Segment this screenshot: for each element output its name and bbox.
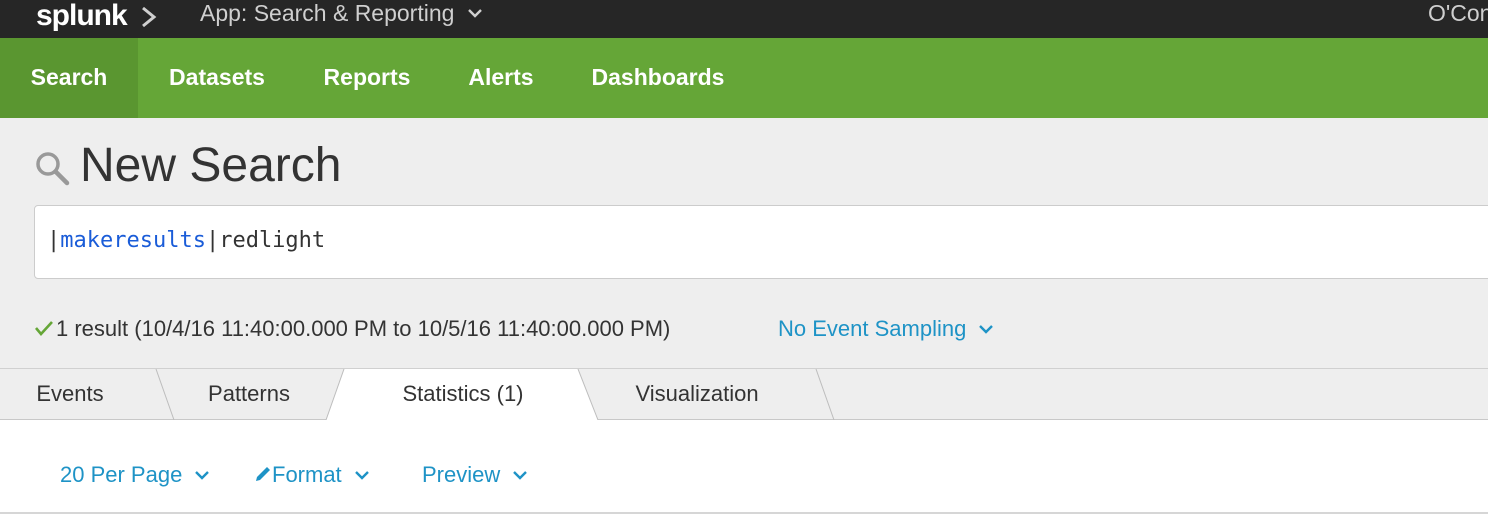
format-label: Format <box>272 462 342 487</box>
search-panel: New Search |makeresults|redlight 1 resul… <box>0 118 1488 368</box>
query-argument: redlight <box>219 228 326 253</box>
chevron-down-icon <box>979 324 994 334</box>
logo-chevron-icon <box>142 6 157 28</box>
chevron-down-icon <box>513 470 528 480</box>
page-title: New Search <box>80 139 342 192</box>
nav-item-dashboards[interactable]: Dashboards <box>576 38 740 118</box>
chevron-down-icon <box>354 470 369 480</box>
nav-item-search[interactable]: Search <box>0 38 138 118</box>
event-sampling-dropdown[interactable]: No Event Sampling <box>778 314 994 344</box>
top-bar: splunk App: Search & Reporting O'Con <box>0 0 1488 38</box>
app-menu[interactable]: App: Search & Reporting <box>200 0 483 26</box>
search-status: 1 result (10/4/16 11:40:00.000 PM to 10/… <box>34 314 670 344</box>
search-icon <box>36 152 70 186</box>
pencil-icon <box>256 467 270 482</box>
chevron-down-icon <box>467 9 482 18</box>
nav-item-reports[interactable]: Reports <box>306 38 428 118</box>
query-pipe: | <box>205 228 220 253</box>
preview-label: Preview <box>422 462 501 487</box>
splunk-logo[interactable]: splunk <box>36 0 128 35</box>
nav-item-datasets[interactable]: Datasets <box>150 38 284 118</box>
tab-patterns[interactable]: Patterns <box>184 369 314 419</box>
results-toolbar: 20 Per Page Format Preview <box>0 420 1488 516</box>
event-sampling-label: No Event Sampling <box>778 316 967 341</box>
per-page-label: 20 Per Page <box>60 462 183 487</box>
tab-events[interactable]: Events <box>20 369 120 419</box>
format-dropdown[interactable]: Format <box>254 460 370 490</box>
app-menu-label: App: Search & Reporting <box>200 0 455 26</box>
search-query-text[interactable]: |makeresults|redlight <box>47 226 325 256</box>
app-nav-bar: Search Datasets Reports Alerts Dashboard… <box>0 38 1488 118</box>
user-menu[interactable]: O'Con <box>1428 0 1488 26</box>
preview-dropdown[interactable]: Preview <box>422 460 528 490</box>
search-query-input[interactable]: |makeresults|redlight <box>34 205 1488 279</box>
query-pipe: | <box>47 228 61 253</box>
divider <box>0 512 1488 514</box>
tab-visualization[interactable]: Visualization <box>612 369 782 419</box>
results-tabs: Events Patterns Statistics (1) Visualiza… <box>0 368 1488 421</box>
chevron-down-icon <box>195 470 210 480</box>
check-icon <box>35 321 53 337</box>
query-command: makeresults <box>60 228 206 253</box>
nav-item-alerts[interactable]: Alerts <box>452 38 550 118</box>
tab-statistics[interactable]: Statistics (1) <box>370 369 556 419</box>
per-page-dropdown[interactable]: 20 Per Page <box>60 460 210 490</box>
result-count-text: 1 result (10/4/16 11:40:00.000 PM to 10/… <box>56 316 671 341</box>
